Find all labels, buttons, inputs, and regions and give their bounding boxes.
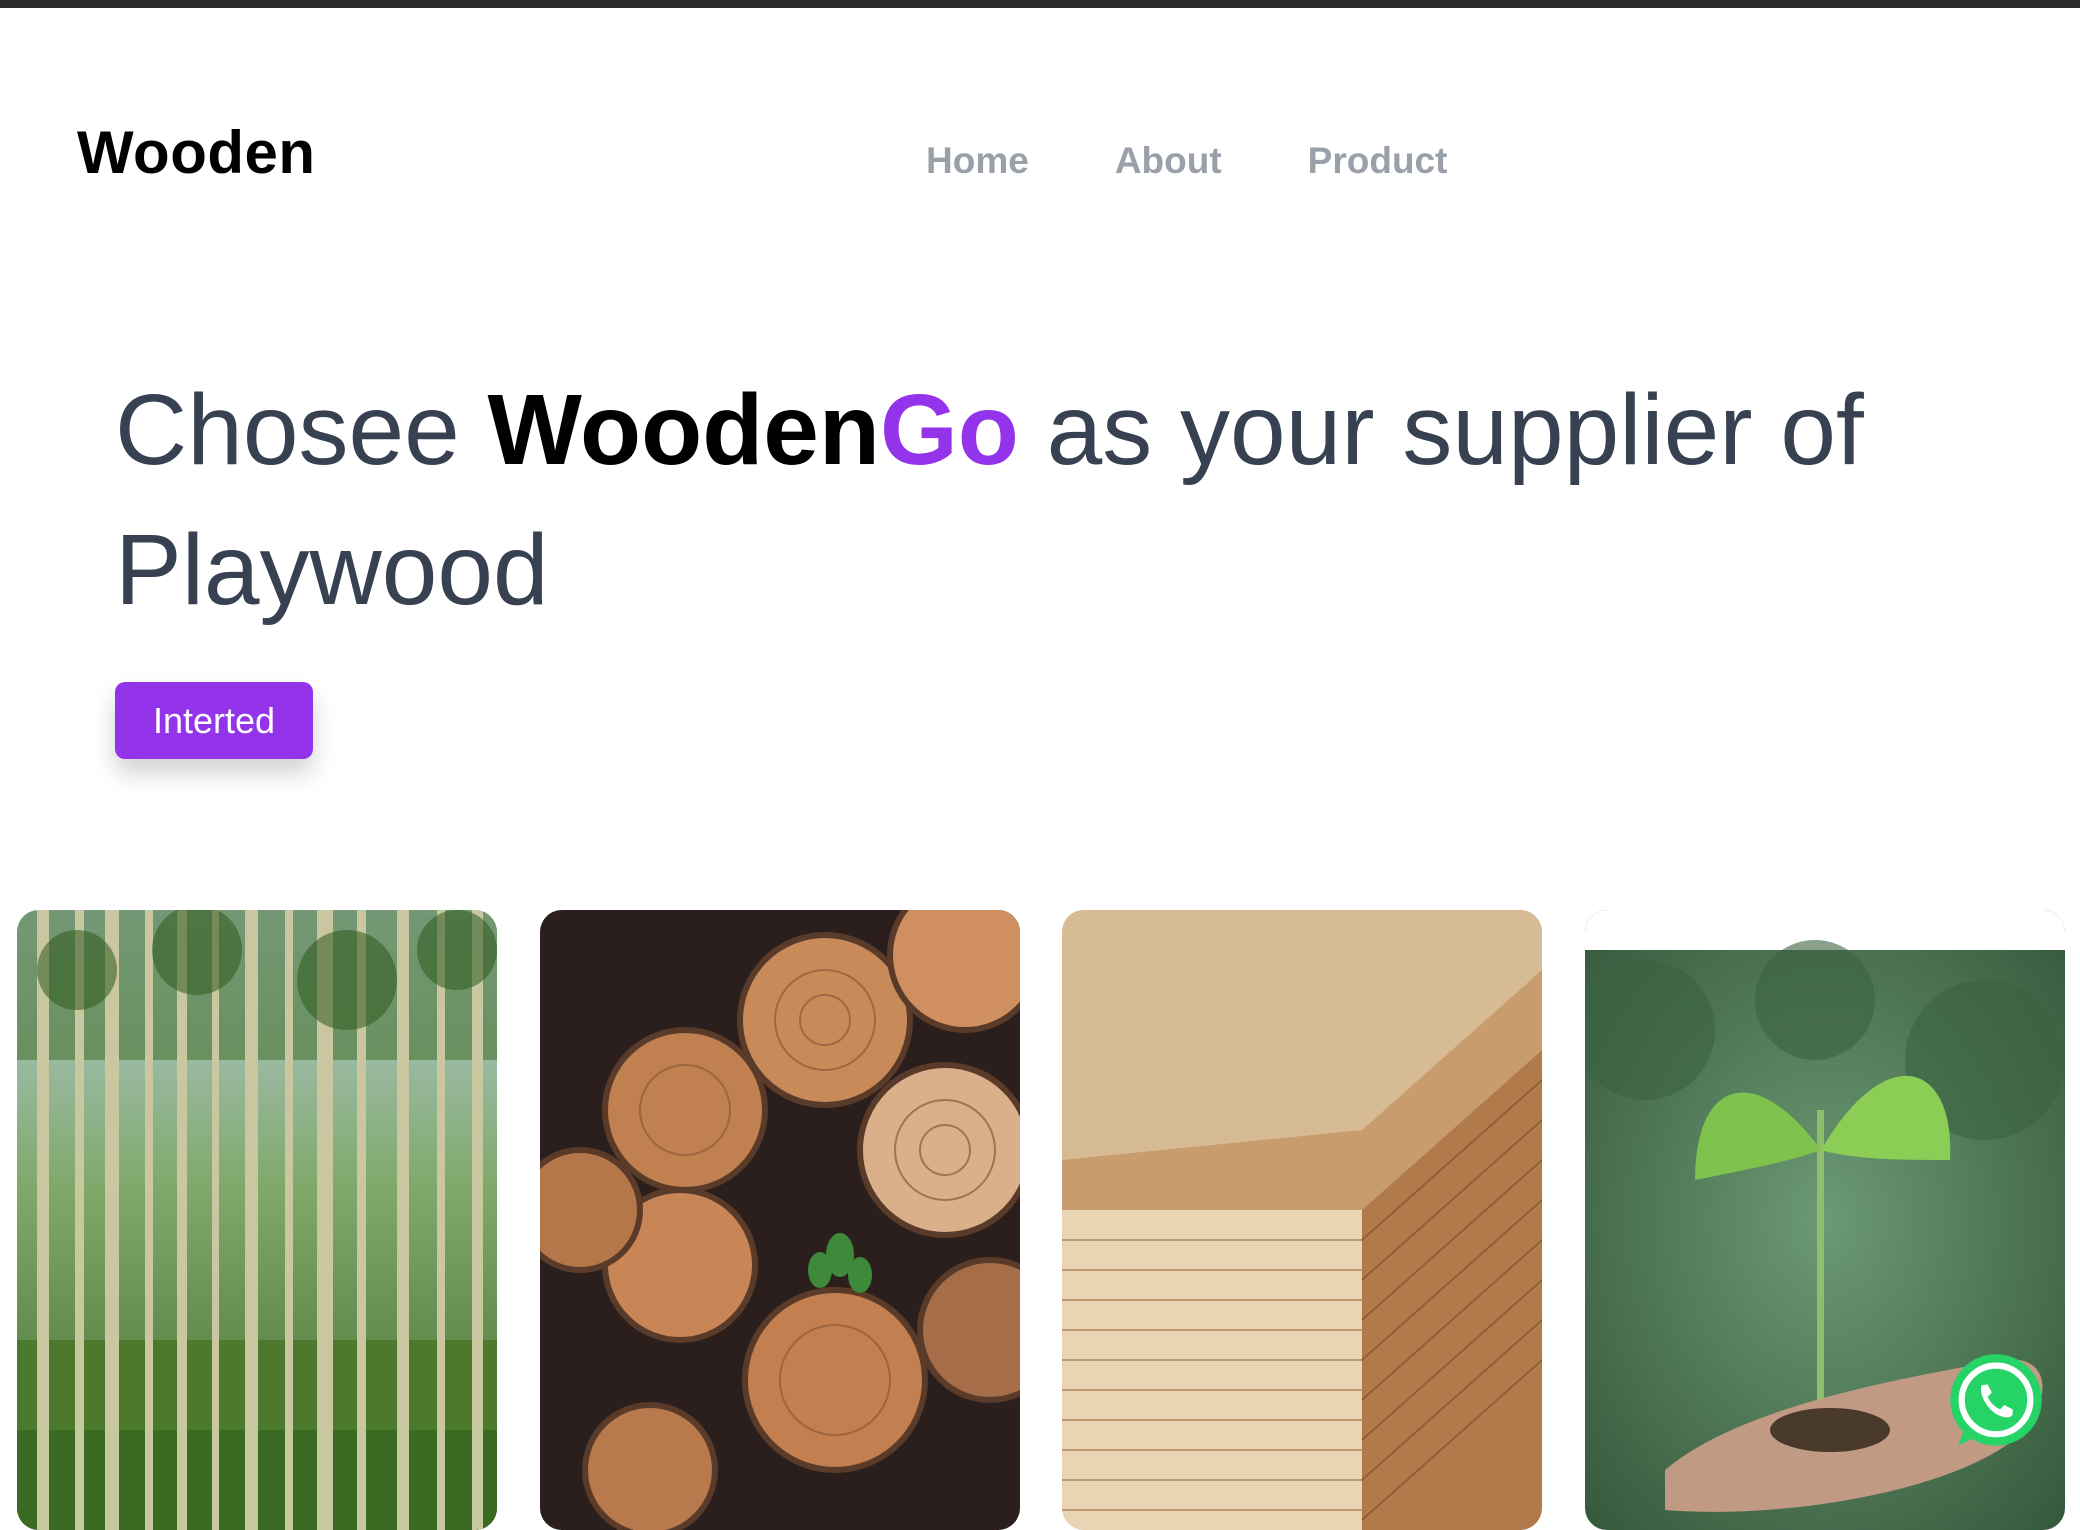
main-nav: Home About Product — [926, 140, 1447, 182]
nav-about[interactable]: About — [1115, 140, 1222, 182]
nav-home[interactable]: Home — [926, 140, 1029, 182]
plywood-stack-image — [1062, 910, 1542, 1530]
brand-name: Wooden — [487, 374, 880, 486]
card-logs[interactable] — [540, 910, 1020, 1530]
whatsapp-icon — [1950, 1354, 2042, 1446]
top-border — [0, 0, 2080, 8]
nav-product[interactable]: Product — [1308, 140, 1448, 182]
whatsapp-button[interactable] — [1944, 1350, 2048, 1454]
headline-start: Chosee — [115, 374, 488, 486]
logs-image — [540, 910, 1020, 1530]
card-forest[interactable] — [17, 910, 497, 1530]
card-plywood[interactable] — [1062, 910, 1542, 1530]
interested-button[interactable]: Interted — [115, 682, 313, 759]
brand-accent: Go — [880, 374, 1019, 486]
forest-image — [17, 910, 497, 1530]
hero-headline: Chosee WoodenGo as your supplier of Play… — [115, 360, 2015, 640]
site-logo[interactable]: Wooden — [77, 118, 316, 187]
